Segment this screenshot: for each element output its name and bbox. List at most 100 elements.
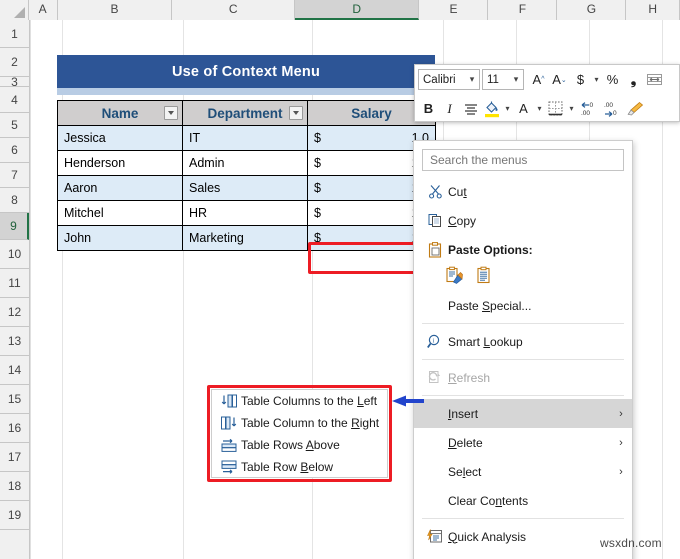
grow-font-glyph: A: [532, 72, 542, 87]
row-header-18[interactable]: 18: [0, 472, 29, 501]
row-header-label: 17: [7, 450, 22, 464]
table-row[interactable]: AaronSales$1,1: [57, 175, 436, 201]
row-header-5[interactable]: 5: [0, 113, 29, 138]
row-header-15[interactable]: 15: [0, 385, 29, 414]
table-row[interactable]: HendersonAdmin$1,1: [57, 150, 436, 176]
submenu-item-table-columns-to-the-left[interactable]: Table Columns to the Left: [212, 390, 387, 412]
bold-icon[interactable]: B: [418, 97, 439, 121]
row-header-7[interactable]: 7: [0, 163, 29, 188]
mini-formatting-toolbar[interactable]: Calibri ▾ 11 ▾ A ^ A ⌄ $ ▾ % ❟ B I ▾ A ▾…: [414, 64, 680, 122]
context-menu-item-select[interactable]: Select ›: [414, 457, 632, 486]
column-header-d[interactable]: D: [295, 0, 420, 20]
accelerator-char: I: [448, 406, 452, 421]
cell-name[interactable]: Jessica: [57, 125, 183, 151]
percent-format-icon[interactable]: %: [602, 68, 623, 92]
accelerator-char: S: [482, 298, 491, 313]
row-header-label: 6: [11, 143, 18, 157]
fill-color-icon[interactable]: [481, 97, 502, 121]
row-header-14[interactable]: 14: [0, 356, 29, 385]
chevron-down-icon-fill[interactable]: ▾: [502, 104, 513, 113]
context-menu-item-paste-special[interactable]: Paste Special...: [414, 291, 632, 320]
accounting-format-icon[interactable]: $: [570, 68, 591, 92]
search-the-menus-input[interactable]: Search the menus: [422, 149, 624, 171]
filter-dropdown-icon-department[interactable]: [289, 106, 303, 120]
cell-department[interactable]: HR: [182, 200, 308, 226]
row-header-17[interactable]: 17: [0, 443, 29, 472]
decrease-font-size-icon[interactable]: A ⌄: [549, 68, 570, 92]
cell-name[interactable]: John: [57, 225, 183, 251]
search-placeholder-text: Search the menus: [430, 153, 528, 167]
row-header-10[interactable]: 10: [0, 240, 29, 269]
row-header-13[interactable]: 13: [0, 327, 29, 356]
cell-department[interactable]: Sales: [182, 175, 308, 201]
chevron-down-icon-borders[interactable]: ▾: [566, 104, 577, 113]
column-header-label: E: [449, 2, 458, 16]
context-menu-item-delete[interactable]: Delete ›: [414, 428, 632, 457]
paste-keep-formatting-icon[interactable]: [444, 266, 464, 289]
paste-values-icon[interactable]: [474, 266, 494, 289]
column-header-h[interactable]: H: [626, 0, 680, 20]
submenu-item-table-column-to-the-right[interactable]: Table Column to the Right: [212, 412, 387, 434]
context-menu-item-insert[interactable]: Insert ›: [414, 399, 632, 428]
merge-and-center-icon[interactable]: [644, 68, 665, 92]
context-menu-item-smart-lookup[interactable]: i Smart Lookup: [414, 327, 632, 356]
font-size-combo[interactable]: 11 ▾: [482, 69, 524, 90]
italic-icon[interactable]: I: [439, 97, 460, 121]
cell-department[interactable]: IT: [182, 125, 308, 151]
context-menu-item-cut[interactable]: Cut: [414, 177, 632, 206]
submenu-item-table-rows-above[interactable]: Table Rows Above: [212, 434, 387, 456]
font-color-icon[interactable]: A: [513, 97, 534, 121]
cell-name[interactable]: Aaron: [57, 175, 183, 201]
submenu-item-table-row-below[interactable]: Table Row Below: [212, 456, 387, 478]
watermark-text: wsxdn.com: [600, 536, 662, 550]
table-row[interactable]: JohnMarketing$1,2: [57, 225, 436, 251]
column-header-e[interactable]: E: [419, 0, 489, 20]
select-all-corner[interactable]: [0, 0, 29, 20]
column-header-g[interactable]: G: [557, 0, 627, 20]
row-header-12[interactable]: 12: [0, 298, 29, 327]
column-header-department[interactable]: Department: [182, 100, 308, 126]
row-header-2[interactable]: 2: [0, 48, 29, 77]
column-header-name[interactable]: Name: [57, 100, 183, 126]
row-header-6[interactable]: 6: [0, 138, 29, 163]
column-header-b[interactable]: B: [57, 0, 173, 20]
cell-department[interactable]: Marketing: [182, 225, 308, 251]
row-header-8[interactable]: 8: [0, 188, 29, 213]
row-header-4[interactable]: 4: [0, 87, 29, 113]
accelerator-char: A: [305, 438, 314, 452]
column-header-c[interactable]: C: [172, 0, 295, 20]
currency-symbol: $: [314, 156, 321, 170]
row-header-19[interactable]: 19: [0, 501, 29, 530]
comma-format-icon[interactable]: ❟: [623, 68, 644, 92]
cell-name[interactable]: Mitchel: [57, 200, 183, 226]
column-header-f[interactable]: F: [488, 0, 558, 20]
font-name-combo[interactable]: Calibri ▾: [418, 69, 480, 90]
table-row[interactable]: Jessica IT $1,0: [57, 125, 436, 151]
format-painter-icon[interactable]: [625, 97, 646, 121]
context-menu-item-copy[interactable]: Copy: [414, 206, 632, 235]
row-header-1[interactable]: 1: [0, 20, 29, 48]
table-row[interactable]: MitchelHR$1,0: [57, 200, 436, 226]
insert-submenu[interactable]: Table Columns to the Left Table Column to…: [211, 389, 388, 478]
cell-name[interactable]: Henderson: [57, 150, 183, 176]
filter-dropdown-icon-name[interactable]: [164, 106, 178, 120]
chevron-down-icon-font-color[interactable]: ▾: [534, 104, 545, 113]
context-menu-item-paste-options[interactable]: Paste Options:: [414, 235, 632, 264]
column-header-a[interactable]: A: [28, 0, 58, 20]
increase-font-size-icon[interactable]: A ^: [528, 68, 549, 92]
context-menu[interactable]: Search the menus Cut Copy Paste Options: Pa…: [413, 140, 633, 559]
row-header-11[interactable]: 11: [0, 269, 29, 298]
cell-department[interactable]: Admin: [182, 150, 308, 176]
decrease-decimal-icon[interactable]: 0 .00: [577, 97, 601, 121]
chevron-down-icon-accounting[interactable]: ▾: [591, 75, 602, 84]
row-header-16[interactable]: 16: [0, 414, 29, 443]
borders-icon[interactable]: [545, 97, 566, 121]
context-menu-item-clear-contents[interactable]: Clear Contents: [414, 486, 632, 515]
chevron-down-icon-font[interactable]: ▾: [465, 74, 479, 85]
chevron-down-icon-size[interactable]: ▾: [509, 74, 523, 85]
context-menu-item-sort[interactable]: Sort›: [414, 551, 632, 559]
alignment-icon[interactable]: [460, 97, 481, 121]
row-header-3[interactable]: 3: [0, 75, 29, 89]
increase-decimal-icon[interactable]: .00 0: [601, 97, 625, 121]
row-header-9[interactable]: 9: [0, 213, 29, 240]
